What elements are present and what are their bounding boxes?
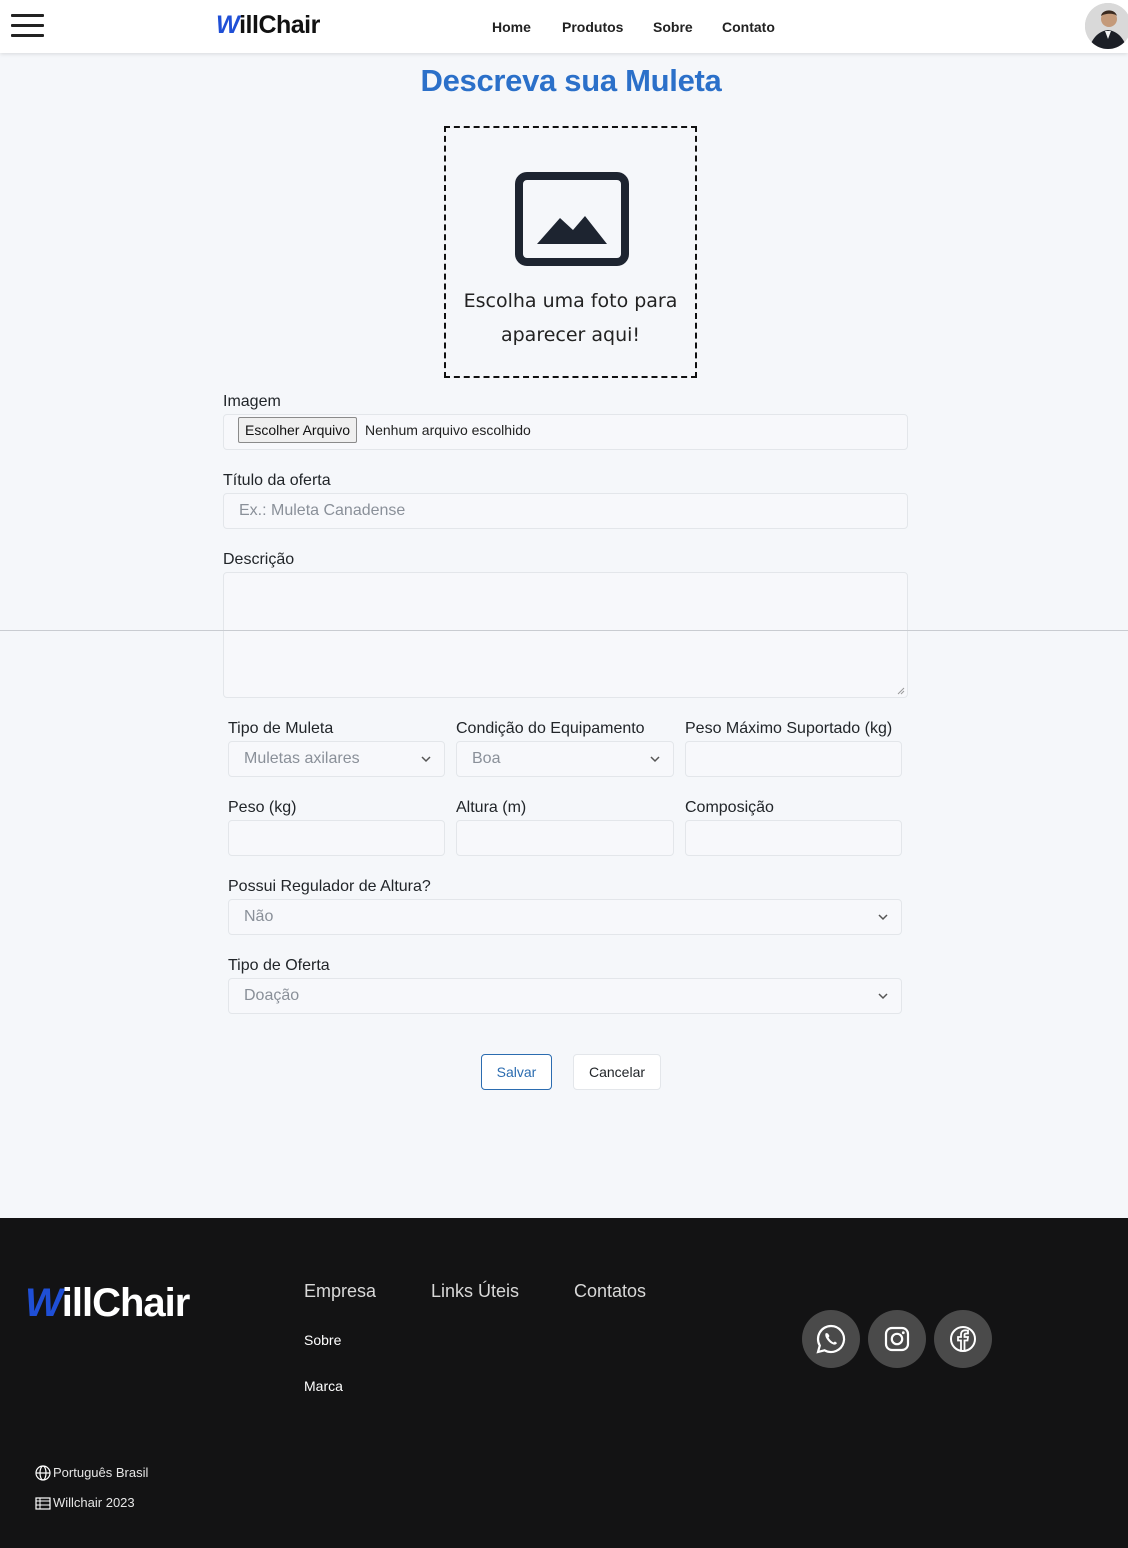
image-preview-text: Escolha uma foto para aparecer aqui! [446,284,695,352]
nav-home[interactable]: Home [492,18,531,36]
image-preview-dropzone[interactable]: Escolha uma foto para aparecer aqui! [444,126,697,378]
imagem-label: Imagem [223,393,281,410]
save-button[interactable]: Salvar [481,1054,552,1090]
peso-label: Peso (kg) [228,799,297,816]
chevron-down-icon [878,993,888,1000]
regulador-label: Possui Regulador de Altura? [228,878,431,895]
choose-file-button[interactable]: Escolher Arquivo [238,417,358,443]
image-icon [515,172,629,266]
avatar-photo [1085,3,1128,49]
facebook-icon [950,1326,976,1352]
resize-grip-icon[interactable] [897,687,905,695]
altura-input[interactable] [456,820,674,856]
image-preview-line1: Escolha uma foto para [463,290,678,312]
descricao-textarea[interactable] [223,572,908,698]
footer-col-contatos: Contatos [574,1281,647,1301]
chevron-down-icon [878,914,888,921]
tipo-oferta-value: Doação [244,987,300,1004]
logo-w: W [216,11,240,39]
copyright: Willchair 2023 [35,1495,135,1511]
instagram-button[interactable] [868,1310,926,1368]
nav-produtos[interactable]: Produtos [562,18,623,36]
footer-logo[interactable]: WillChair [25,1280,191,1326]
tipo-oferta-select[interactable]: Doação [228,978,902,1014]
hamburger-menu-icon[interactable] [11,13,44,38]
composicao-input[interactable] [685,820,902,856]
globe-icon [35,1465,51,1481]
building-icon [35,1497,51,1510]
copyright-text: Willchair 2023 [53,1495,135,1510]
peso-max-input[interactable] [685,741,902,777]
file-input[interactable]: Escolher Arquivo Nenhum arquivo escolhid… [223,414,908,450]
regulador-select[interactable]: Não [228,899,902,935]
tipo-muleta-label: Tipo de Muleta [228,720,334,737]
footer-col-empresa: Empresa [304,1281,377,1301]
chevron-down-icon [421,756,431,763]
nav-contato[interactable]: Contato [722,18,775,36]
titulo-input[interactable]: Ex.: Muleta Canadense [223,493,908,529]
titulo-label: Título da oferta [223,472,331,489]
logo-text: illChair [239,11,320,39]
descricao-label: Descrição [223,551,295,568]
nav-sobre[interactable]: Sobre [653,18,693,36]
language-selector[interactable]: Português Brasil [35,1465,148,1481]
logo[interactable]: WillChair [216,10,320,40]
whatsapp-icon [816,1324,846,1354]
chevron-down-icon [650,756,660,763]
facebook-button[interactable] [934,1310,992,1368]
file-status-text: Nenhum arquivo escolhido [365,422,531,438]
horizontal-divider [0,630,1128,631]
tipo-muleta-select[interactable]: Muletas axilares [228,741,445,777]
footer-link-sobre[interactable]: Sobre [304,1331,341,1349]
altura-label: Altura (m) [456,799,527,816]
footer-logo-text: illChair [61,1281,191,1325]
page-title: Descreva sua Muleta [420,63,722,98]
language-label: Português Brasil [53,1465,149,1480]
user-avatar[interactable] [1085,3,1128,49]
condicao-select[interactable]: Boa [456,741,674,777]
tipo-oferta-label: Tipo de Oferta [228,957,330,974]
top-navbar: WillChair Home Produtos Sobre Contato [0,0,1128,53]
cancel-button[interactable]: Cancelar [573,1054,661,1090]
condicao-value: Boa [472,750,501,767]
peso-input[interactable] [228,820,445,856]
image-preview-line2: aparecer aqui! [500,324,641,346]
whatsapp-button[interactable] [802,1310,860,1368]
composicao-label: Composição [685,799,774,816]
condicao-label: Condição do Equipamento [456,720,645,737]
peso-max-label: Peso Máximo Suportado (kg) [685,720,893,737]
footer-link-marca[interactable]: Marca [304,1377,343,1395]
instagram-icon [884,1326,910,1352]
regulador-value: Não [244,908,274,925]
footer-col-links: Links Úteis [431,1281,520,1301]
tipo-muleta-value: Muletas axilares [244,750,360,767]
footer-logo-w: W [25,1281,63,1325]
footer: WillChair Empresa Links Úteis Contatos S… [0,1218,1128,1548]
